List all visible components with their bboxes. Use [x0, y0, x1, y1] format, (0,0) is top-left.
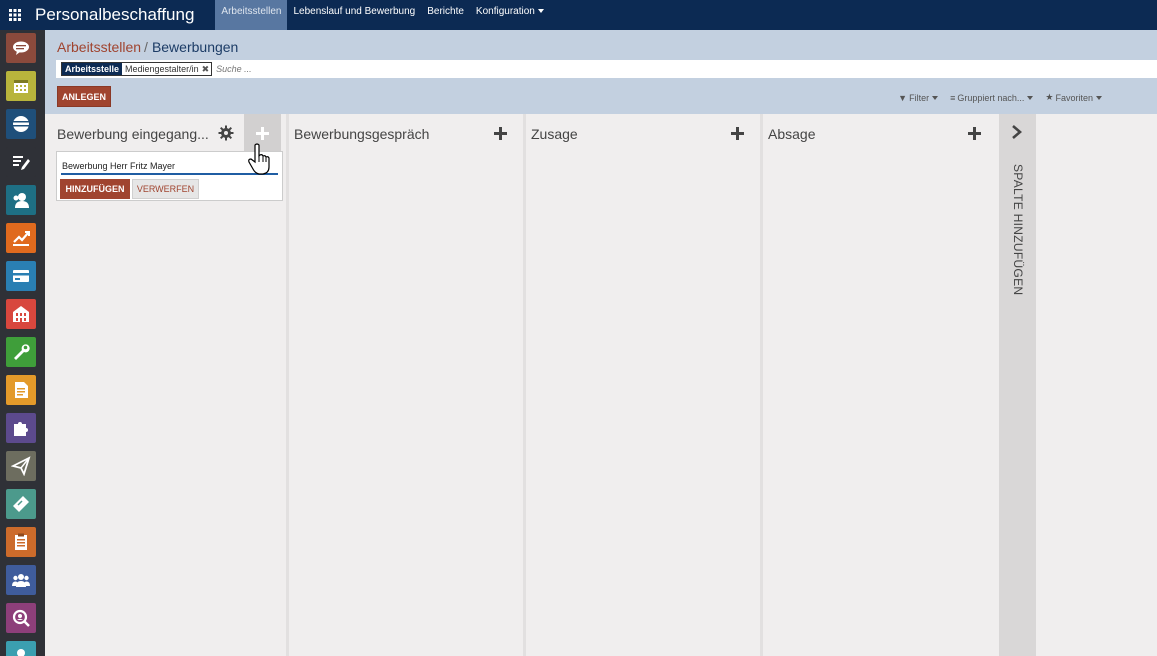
group-by-dropdown[interactable]: ≡ Gruppiert nach... [950, 92, 1034, 103]
column-header: Zusage [526, 114, 760, 152]
filter-dropdown[interactable]: ▼ Filter [898, 92, 939, 103]
column-divider [760, 114, 763, 656]
menu-item-berichte[interactable]: Berichte [421, 0, 470, 30]
gear-icon[interactable] [218, 125, 234, 141]
kanban-board: Bewerbung eingegang... HINZUFÜGEN VERWER… [45, 114, 1157, 656]
column-title[interactable]: Bewerbung eingegang... [57, 126, 209, 142]
app-title: Personalbeschaffung [35, 5, 195, 24]
menu-item-label: Berichte [427, 6, 464, 17]
column-title[interactable]: Bewerbungsgespräch [294, 126, 429, 142]
contacts-icon[interactable] [6, 185, 36, 215]
star-icon: ★ [1045, 92, 1054, 102]
top-navbar: Personalbeschaffung Arbeitsstellen Leben… [0, 0, 1157, 30]
quick-add-button[interactable] [965, 124, 983, 142]
facet-remove-icon[interactable]: ✖ [202, 64, 212, 75]
menu-item-label: Konfiguration [475, 6, 535, 17]
list-icon: ≡ [950, 92, 956, 103]
calendar-icon[interactable] [6, 71, 36, 101]
plus-icon [730, 126, 744, 140]
quick-add-button[interactable] [491, 124, 509, 142]
favorites-dropdown[interactable]: ★ Favoriten [1045, 92, 1102, 103]
document-icon[interactable] [6, 375, 36, 405]
add-button[interactable]: HINZUFÜGEN [60, 179, 130, 199]
kanban-column: Zusage [526, 114, 760, 656]
control-panel: Arbeitsstellen / Bewerbungen Arbeitsstelle… [45, 30, 1157, 114]
column-divider [523, 114, 526, 656]
breadcrumb-link-arbeitsstellen[interactable]: Arbeitsstellen [57, 39, 141, 55]
menu-item-konfiguration[interactable]: Konfiguration [470, 0, 550, 30]
create-button[interactable]: ANLEGEN [57, 86, 111, 107]
chart-icon[interactable] [6, 223, 36, 253]
search-input[interactable] [216, 64, 417, 74]
favorites-label: Favoriten [1055, 92, 1093, 103]
facet-value: Mediengestalter/in [125, 64, 199, 74]
search-facet[interactable]: Arbeitsstelle Mediengestalter/in ✖ [61, 62, 213, 76]
filter-label: Filter [909, 92, 930, 103]
menu-item-label: Arbeitsstellen [221, 6, 282, 17]
main-menu: Arbeitsstellen Lebenslauf und Bewerbung … [215, 0, 549, 30]
plus-icon [256, 127, 269, 140]
caret-down-icon [1027, 95, 1034, 100]
app-sidebar [0, 30, 45, 656]
menu-item-arbeitsstellen[interactable]: Arbeitsstellen [215, 0, 288, 30]
plus-icon [493, 126, 507, 140]
notes-icon[interactable] [6, 147, 36, 177]
facet-label: Arbeitsstelle [62, 63, 123, 75]
breadcrumb-separator: / [144, 39, 148, 55]
puzzle-icon[interactable] [6, 413, 36, 443]
breadcrumb: Arbeitsstellen / Bewerbungen [57, 39, 238, 55]
menu-item-lebenslauf[interactable]: Lebenslauf und Bewerbung [287, 0, 421, 30]
column-title[interactable]: Zusage [531, 126, 578, 142]
filter-icon: ▼ [898, 92, 908, 103]
apps-menu-icon[interactable] [0, 0, 30, 30]
team-icon[interactable] [6, 565, 36, 595]
chevron-right-icon [1012, 125, 1022, 139]
wrench-icon[interactable] [6, 337, 36, 367]
kanban-column: Bewerbungsgespräch [289, 114, 523, 656]
add-column-label: SPALTE HINZUFÜGEN [1011, 164, 1025, 296]
column-title[interactable]: Absage [768, 126, 815, 142]
caret-down-icon [537, 9, 544, 14]
caret-down-icon [932, 95, 939, 100]
menu-item-label: Lebenslauf und Bewerbung [293, 6, 416, 17]
database-icon[interactable] [6, 109, 36, 139]
discard-button[interactable]: VERWERFEN [132, 179, 199, 199]
user-icon[interactable] [6, 641, 36, 656]
caret-down-icon [1096, 95, 1102, 100]
kanban-column: Bewerbung eingegang... HINZUFÜGEN VERWER… [45, 114, 286, 656]
plus-icon [967, 126, 981, 140]
search-user-icon[interactable] [6, 603, 36, 633]
group-by-label: Gruppiert nach... [957, 92, 1025, 103]
building-icon[interactable] [6, 299, 36, 329]
ticket-icon[interactable] [6, 489, 36, 519]
column-header: Bewerbungsgespräch [289, 114, 523, 152]
breadcrumb-current: Bewerbungen [151, 39, 239, 55]
send-icon[interactable] [6, 451, 36, 481]
discuss-icon[interactable] [6, 33, 36, 63]
search-options: ▼ Filter ≡ Gruppiert nach... ★ Favoriten [898, 92, 1102, 103]
card-icon[interactable] [6, 261, 36, 291]
quick-add-button[interactable] [728, 124, 746, 142]
quick-create-input[interactable] [61, 158, 278, 175]
hand-cursor-icon [248, 143, 270, 175]
clipboard-icon[interactable] [6, 527, 36, 557]
column-divider [286, 114, 289, 656]
search-bar[interactable]: Arbeitsstelle Mediengestalter/in ✖ [56, 60, 1157, 78]
add-column-panel[interactable]: SPALTE HINZUFÜGEN [999, 114, 1036, 656]
kanban-column: Absage [763, 114, 997, 656]
column-header: Absage [763, 114, 997, 152]
